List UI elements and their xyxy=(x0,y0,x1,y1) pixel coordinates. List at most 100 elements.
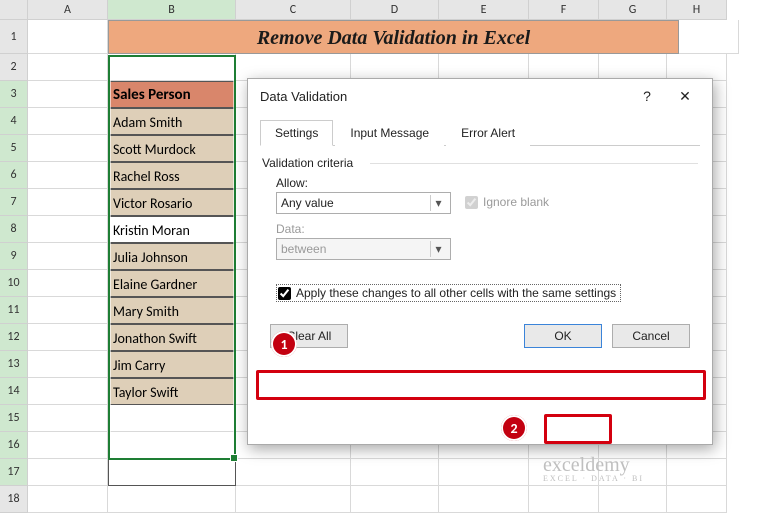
annotation-badge-1: 1 xyxy=(271,331,297,357)
row-header[interactable]: 16 xyxy=(0,432,28,459)
row-header[interactable]: 18 xyxy=(0,486,28,513)
cell[interactable] xyxy=(28,135,108,162)
help-button[interactable]: ? xyxy=(628,82,666,110)
cell[interactable] xyxy=(351,459,439,486)
row-header[interactable]: 17 xyxy=(0,459,28,486)
cell[interactable] xyxy=(28,486,108,513)
row-header[interactable]: 7 xyxy=(0,189,28,216)
cell[interactable] xyxy=(28,243,108,270)
col-header-D[interactable]: D xyxy=(351,0,439,20)
row-header[interactable]: 10 xyxy=(0,270,28,297)
allow-dropdown[interactable]: Any value ▾ xyxy=(276,192,451,214)
row-header[interactable]: 3 xyxy=(0,81,28,108)
cell[interactable] xyxy=(236,54,351,81)
data-validation-dialog: Data Validation ? ✕ Settings Input Messa… xyxy=(247,78,713,445)
table-row[interactable]: Jim Carry xyxy=(108,351,236,378)
table-row[interactable]: Victor Rosario xyxy=(108,189,236,216)
table-row[interactable]: Julia Johnson xyxy=(108,243,236,270)
col-header-A[interactable]: A xyxy=(28,0,108,20)
cell[interactable] xyxy=(28,432,108,459)
row-header[interactable]: 12 xyxy=(0,324,28,351)
cell[interactable] xyxy=(667,459,727,486)
ignore-blank-input[interactable] xyxy=(465,196,478,209)
col-header-H[interactable]: H xyxy=(667,0,727,20)
dialog-titlebar[interactable]: Data Validation ? ✕ xyxy=(248,79,712,113)
table-row[interactable]: Jonathon Swift xyxy=(108,324,236,351)
cell[interactable] xyxy=(108,459,236,486)
close-button[interactable]: ✕ xyxy=(666,82,704,110)
cell[interactable] xyxy=(28,351,108,378)
col-header-F[interactable]: F xyxy=(529,0,599,20)
table-header-sales-person[interactable]: Sales Person xyxy=(108,81,236,108)
cancel-button[interactable]: Cancel xyxy=(612,324,690,348)
cell[interactable] xyxy=(529,486,599,513)
cell[interactable] xyxy=(28,297,108,324)
cell[interactable] xyxy=(28,378,108,405)
table-row[interactable]: Rachel Ross xyxy=(108,162,236,189)
row-header[interactable]: 6 xyxy=(0,162,28,189)
cell[interactable] xyxy=(351,54,439,81)
cell[interactable] xyxy=(28,405,108,432)
cell[interactable] xyxy=(679,20,739,54)
table-row[interactable]: Mary Smith xyxy=(108,297,236,324)
row-header[interactable]: 15 xyxy=(0,405,28,432)
cell[interactable] xyxy=(28,20,108,54)
cell[interactable] xyxy=(28,216,108,243)
cell[interactable] xyxy=(28,108,108,135)
cell[interactable] xyxy=(108,405,236,432)
cell[interactable] xyxy=(28,459,108,486)
row-header[interactable]: 9 xyxy=(0,243,28,270)
cell[interactable] xyxy=(529,54,599,81)
data-dropdown: between ▾ xyxy=(276,238,451,260)
row-header[interactable]: 14 xyxy=(0,378,28,405)
row-header[interactable]: 2 xyxy=(0,54,28,81)
cell[interactable] xyxy=(108,432,236,459)
cell[interactable] xyxy=(28,162,108,189)
row-header[interactable]: 4 xyxy=(0,108,28,135)
row-header[interactable]: 13 xyxy=(0,351,28,378)
table-row[interactable]: Kristin Moran xyxy=(108,216,236,243)
cell[interactable] xyxy=(599,486,667,513)
cell[interactable] xyxy=(28,270,108,297)
row-header[interactable]: 11 xyxy=(0,297,28,324)
chevron-down-icon: ▾ xyxy=(430,195,446,211)
cell[interactable] xyxy=(439,54,529,81)
cell[interactable] xyxy=(108,486,236,513)
cell[interactable] xyxy=(236,486,351,513)
select-all-corner[interactable] xyxy=(0,0,28,20)
cell[interactable] xyxy=(599,54,667,81)
cell[interactable] xyxy=(28,81,108,108)
page-title[interactable]: Remove Data Validation in Excel xyxy=(108,20,679,54)
ok-button[interactable]: OK xyxy=(524,324,602,348)
row-header[interactable]: 5 xyxy=(0,135,28,162)
col-header-C[interactable]: C xyxy=(236,0,351,20)
table-row[interactable]: Elaine Gardner xyxy=(108,270,236,297)
validation-criteria-label: Validation criteria xyxy=(262,156,698,170)
cell[interactable] xyxy=(28,324,108,351)
row-header[interactable]: 8 xyxy=(0,216,28,243)
cell[interactable] xyxy=(439,459,529,486)
table-row[interactable]: Adam Smith xyxy=(108,108,236,135)
cell[interactable] xyxy=(28,54,108,81)
data-value: between xyxy=(281,242,326,256)
col-header-G[interactable]: G xyxy=(599,0,667,20)
apply-changes-checkbox[interactable]: Apply these changes to all other cells w… xyxy=(276,284,621,302)
cell[interactable] xyxy=(351,486,439,513)
ignore-blank-checkbox[interactable]: Ignore blank xyxy=(465,195,549,209)
tab-settings[interactable]: Settings xyxy=(260,120,333,146)
cell[interactable] xyxy=(236,459,351,486)
table-row[interactable]: Taylor Swift xyxy=(108,378,236,405)
table-row[interactable]: Scott Murdock xyxy=(108,135,236,162)
apply-changes-input[interactable] xyxy=(278,287,291,300)
tab-error-alert[interactable]: Error Alert xyxy=(446,120,530,146)
dialog-tabs: Settings Input Message Error Alert xyxy=(260,119,700,146)
col-header-E[interactable]: E xyxy=(439,0,529,20)
cell[interactable] xyxy=(108,54,236,81)
cell[interactable] xyxy=(439,486,529,513)
col-header-B[interactable]: B xyxy=(108,0,236,20)
tab-input-message[interactable]: Input Message xyxy=(335,120,444,146)
cell[interactable] xyxy=(667,54,727,81)
cell[interactable] xyxy=(28,189,108,216)
row-header[interactable]: 1 xyxy=(0,20,28,54)
cell[interactable] xyxy=(667,486,727,513)
